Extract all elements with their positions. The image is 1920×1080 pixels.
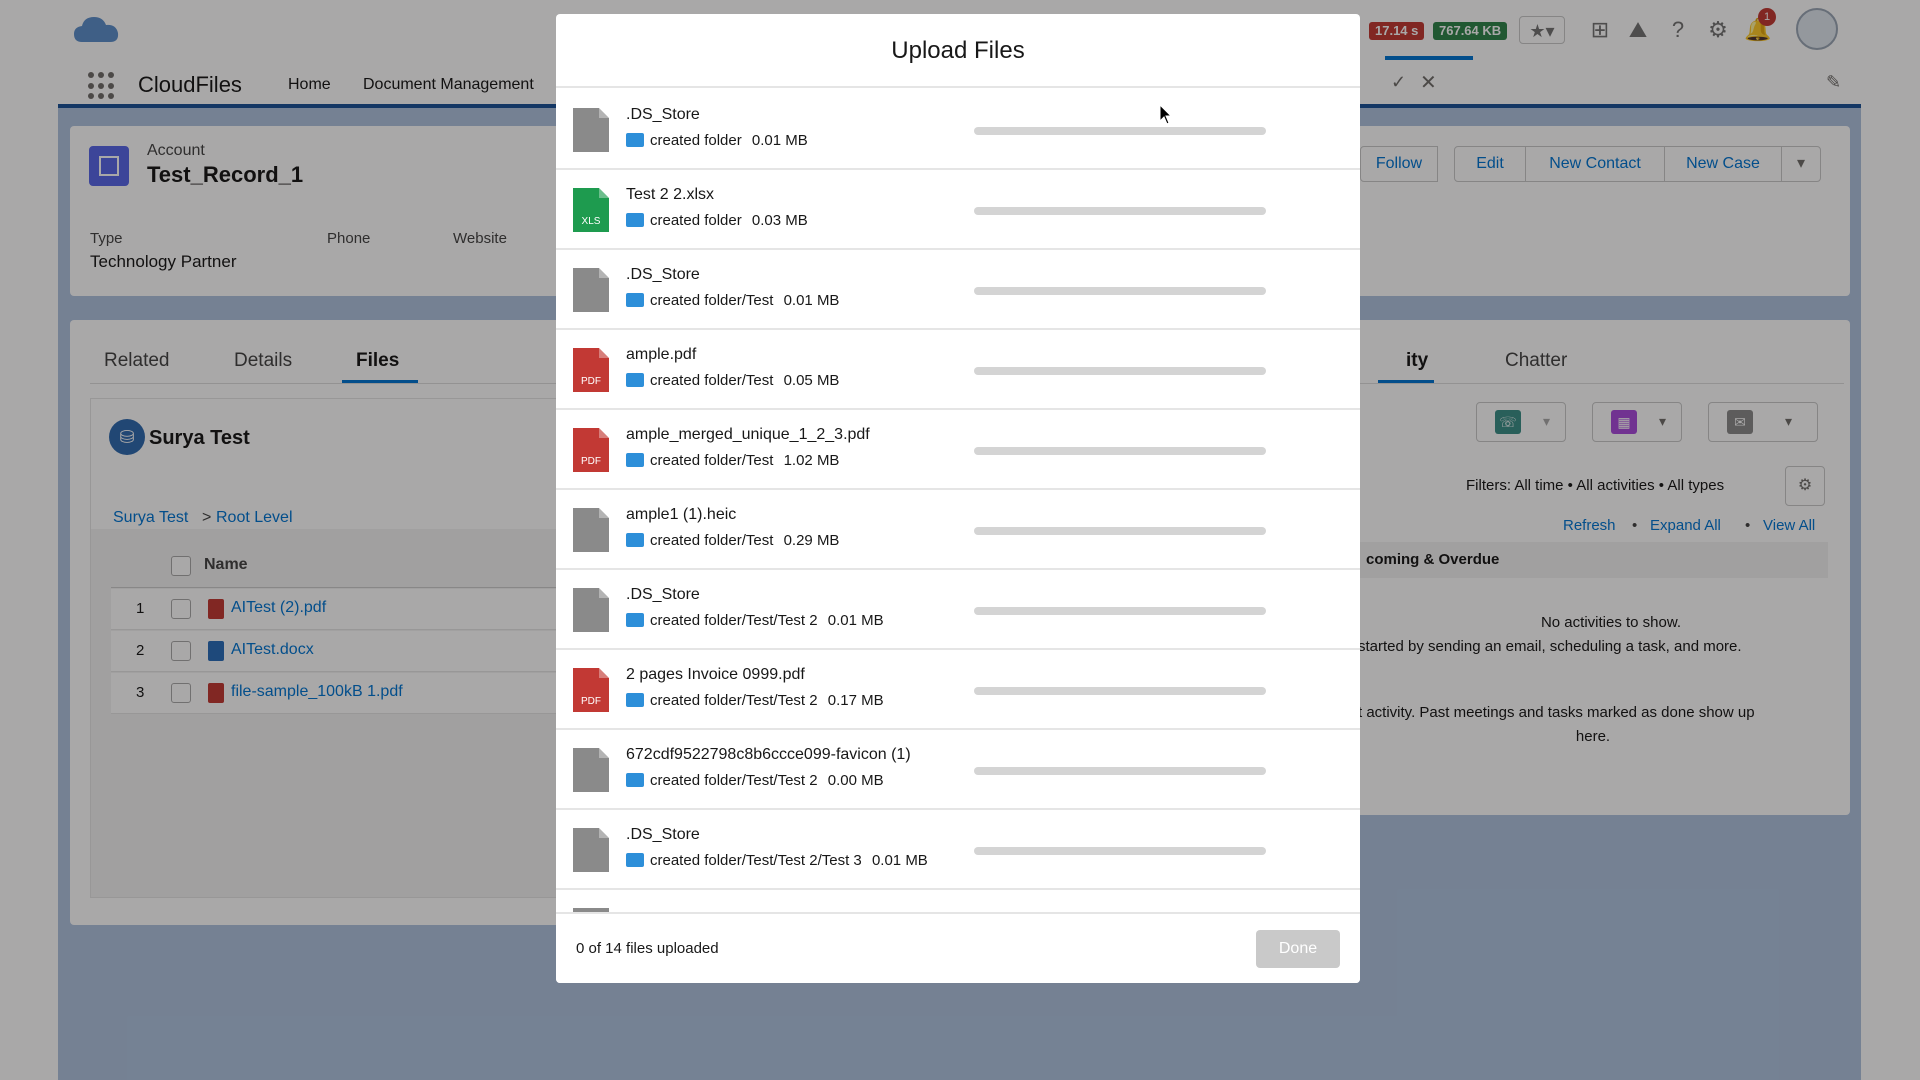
- upload-progress-bar: [974, 847, 1266, 855]
- file-path: created folder: [650, 212, 742, 229]
- mouse-cursor-icon: [1159, 104, 1173, 125]
- file-size: 0.03 MB: [751, 212, 808, 229]
- upload-row: ample1 (1).heic created folder/Test 0.29 …: [556, 490, 1360, 570]
- upload-row: PDF 2 pages Invoice 0999.pdf created folde…: [556, 650, 1360, 730]
- generic-file-icon: [573, 268, 609, 312]
- file-size: 0.05 MB: [783, 372, 840, 389]
- file-name: .DS_Store: [626, 266, 700, 283]
- folder-icon: [626, 613, 644, 627]
- pdf-file-icon: PDF: [573, 348, 609, 392]
- folder-icon: [626, 293, 644, 307]
- folder-icon: [626, 853, 644, 867]
- file-name: .DS_Store: [626, 826, 700, 843]
- svg-text:XLS: XLS: [582, 216, 601, 227]
- file-name: .DS_Store: [626, 106, 700, 123]
- file-path: created folder/Test: [650, 292, 774, 309]
- generic-file-icon: [573, 828, 609, 872]
- generic-file-icon: [573, 508, 609, 552]
- upload-row: .DS_Storecreated folder/Test/Test 2/Test…: [556, 810, 1360, 890]
- generic-file-icon: [573, 108, 609, 152]
- file-meta: created folder/Test 1.02 MB: [626, 452, 839, 469]
- file-meta: created folder/Test/Test 2 0.17 MB: [626, 692, 884, 709]
- file-size: 0.01 MB: [751, 132, 808, 149]
- file-meta: created folder 0.03 MB: [626, 212, 808, 229]
- excel-file-icon: XLS: [573, 188, 609, 232]
- pdf-file-icon: PDF: [573, 668, 609, 712]
- file-size: 0.17 MB: [827, 692, 884, 709]
- file-name: ample_merged_unique_1_2_3.pdf: [626, 426, 870, 443]
- upload-progress-bar: [974, 527, 1266, 535]
- file-path: created folder/Test/Test 2: [650, 772, 818, 789]
- upload-row: 672cdf9522798c8b6ccce099-favicon (1) crea…: [556, 730, 1360, 810]
- file-size: 0.01 MB: [827, 612, 884, 629]
- folder-icon: [626, 213, 644, 227]
- file-size: 0.01 MB: [871, 852, 928, 869]
- file-meta: created folder/Test/Test 2 0.01 MB: [626, 612, 884, 629]
- file-name: .DS_Store: [626, 586, 700, 603]
- file-size: 0.01 MB: [783, 292, 840, 309]
- file-meta: created folder/Test 0.01 MB: [626, 292, 839, 309]
- file-name: ample1 (1).heic: [626, 506, 737, 523]
- upload-status-text: 0 of 14 files uploaded: [576, 940, 719, 957]
- done-button[interactable]: Done: [1256, 930, 1340, 968]
- svg-text:PDF: PDF: [581, 696, 601, 707]
- modal-footer: 0 of 14 files uploaded Done: [556, 912, 1360, 983]
- file-meta: created folder/Test 0.29 MB: [626, 532, 839, 549]
- file-path: created folder/Test: [650, 372, 774, 389]
- folder-icon: [626, 453, 644, 467]
- upload-progress-bar: [974, 207, 1266, 215]
- file-name: ample.pdf: [626, 346, 697, 363]
- svg-text:PDF: PDF: [581, 456, 601, 467]
- upload-progress-bar: [974, 287, 1266, 295]
- file-path: created folder/Test: [650, 452, 774, 469]
- file-path: created folder/Test/Test 2: [650, 612, 818, 629]
- upload-row: .DS_Storecreated folder/Test/Test 2 0.01…: [556, 570, 1360, 650]
- upload-progress-bar: [974, 767, 1266, 775]
- folder-icon: [626, 533, 644, 547]
- upload-row: .DS_Storecreated folder 0.01 MB: [556, 90, 1360, 170]
- file-size: 1.02 MB: [783, 452, 840, 469]
- upload-row: PDF ample.pdf created folder/Test 0.05 MB: [556, 330, 1360, 410]
- file-name: 2 pages Invoice 0999.pdf: [626, 666, 805, 683]
- upload-progress-bar: [974, 687, 1266, 695]
- folder-icon: [626, 133, 644, 147]
- generic-file-icon: [573, 748, 609, 792]
- file-size: 0.29 MB: [783, 532, 840, 549]
- file-size: 0.00 MB: [827, 772, 884, 789]
- svg-text:PDF: PDF: [581, 376, 601, 387]
- file-name: 672cdf9522798c8b6ccce099-favicon (1): [626, 746, 911, 763]
- file-path: created folder: [650, 132, 742, 149]
- file-meta: created folder 0.01 MB: [626, 132, 808, 149]
- file-meta: created folder/Test/Test 2/Test 3 0.01 M…: [626, 852, 928, 869]
- upload-row: .DS_Storecreated folder/Test 0.01 MB: [556, 250, 1360, 330]
- folder-icon: [626, 773, 644, 787]
- upload-row: PDF ample_merged_unique_1_2_3.pdfcreated …: [556, 410, 1360, 490]
- file-name: Test 2 2.xlsx: [626, 186, 715, 203]
- folder-icon: [626, 373, 644, 387]
- modal-header: Upload Files: [556, 14, 1360, 88]
- upload-progress-bar: [974, 447, 1266, 455]
- upload-progress-bar: [974, 367, 1266, 375]
- upload-files-modal: Upload Files .DS_Store created folder 0.0…: [556, 14, 1360, 983]
- file-path: created folder/Test/Test 2/Test 3: [650, 852, 862, 869]
- folder-icon: [626, 693, 644, 707]
- file-path: created folder/Test: [650, 532, 774, 549]
- upload-progress-bar: [974, 607, 1266, 615]
- file-path: created folder/Test/Test 2: [650, 692, 818, 709]
- modal-title: Upload Files: [891, 37, 1025, 64]
- file-meta: created folder/Test 0.05 MB: [626, 372, 839, 389]
- pdf-file-icon: PDF: [573, 428, 609, 472]
- upload-row: XLS Test 2 2.xlsx created folder 0.03 MB: [556, 170, 1360, 250]
- file-meta: created folder/Test/Test 2 0.00 MB: [626, 772, 884, 789]
- upload-progress-bar: [974, 127, 1266, 135]
- generic-file-icon: [573, 588, 609, 632]
